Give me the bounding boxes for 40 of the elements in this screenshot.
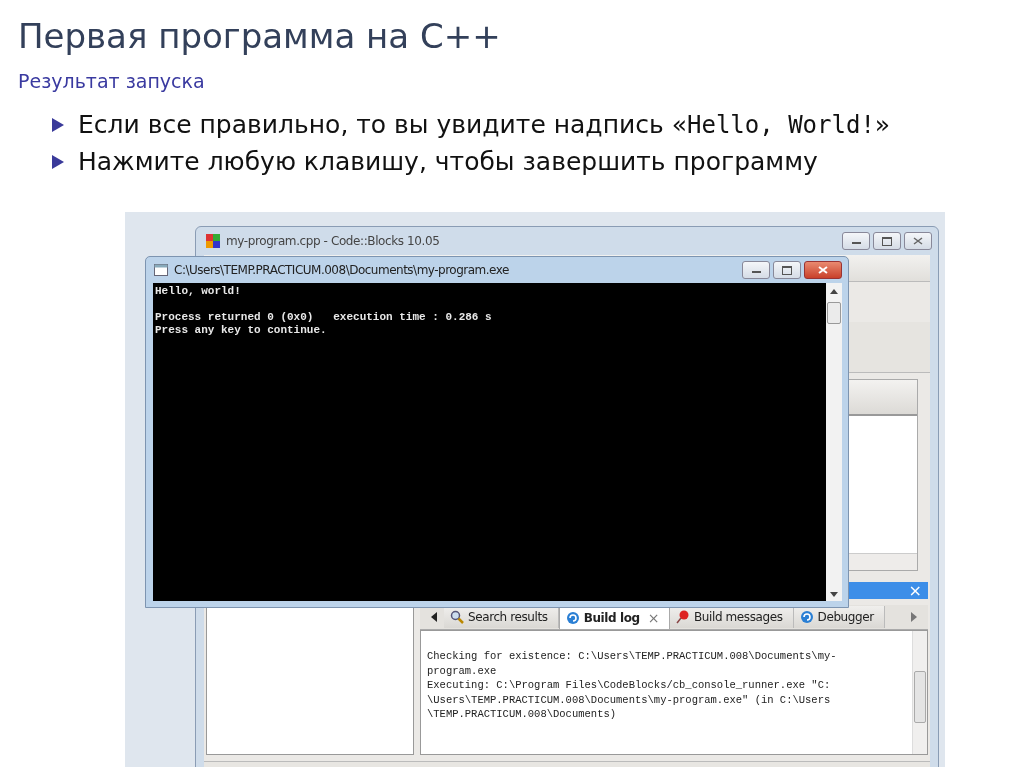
slide-title: Первая программа на C++: [18, 16, 501, 56]
minimize-button[interactable]: [842, 232, 870, 250]
bullet-triangle-icon: [52, 154, 64, 169]
app-logo-icon: [206, 234, 220, 248]
maximize-button[interactable]: [773, 261, 801, 279]
close-icon: [818, 266, 828, 274]
swirl-icon: [565, 610, 580, 625]
window-title: C:\Users\TEMP.PRACTICUM.008\Documents\my-program.exe: [174, 263, 509, 277]
scroll-thumb[interactable]: [827, 302, 841, 324]
window-title: my-program.cpp - Code::Blocks 10.05: [226, 234, 440, 248]
tab[interactable]: Build messages: [670, 606, 794, 628]
minimize-button[interactable]: [742, 261, 770, 279]
console-output: Hello, world! Process returned 0 (0x0) execution time : 0.286 s Press any key to continue.: [153, 283, 826, 601]
log-line: Executing: C:\Program Files\CodeBlocks/cb_console_runner.exe "C:: [427, 678, 832, 693]
scroll-up-icon[interactable]: [830, 289, 838, 294]
log-line: Checking for existence: C:\Users\TEMP.PRACTICUM.008\Documents\my-: [427, 649, 838, 664]
bullet-text: Нажмите любую клавишу, чтобы завершить программу: [78, 147, 818, 176]
log-line: \Users\TEMP.PRACTICUM.008\Documents\my-program.exe" (in C:\Users: [427, 692, 832, 707]
tab-close-button[interactable]: ×: [647, 609, 660, 626]
tab[interactable]: Search results: [444, 606, 559, 628]
scrollbar[interactable]: [912, 631, 927, 754]
log-line: \TEMP.PRACTICUM.008\Documents): [427, 707, 618, 722]
slide-subtitle: Результат запуска: [18, 70, 205, 92]
scrollbar[interactable]: [826, 283, 842, 601]
log-line: program.exe: [427, 663, 498, 678]
scroll-right-icon[interactable]: [910, 612, 918, 622]
scroll-left-icon[interactable]: [430, 612, 438, 622]
swirl-icon: [799, 610, 814, 624]
scroll-down-icon[interactable]: [830, 592, 838, 597]
tab[interactable]: Debugger: [793, 606, 885, 628]
pin-icon: [676, 610, 691, 624]
close-icon: [913, 237, 923, 245]
magnifier-icon: [450, 610, 464, 624]
scrollbar[interactable]: [847, 553, 917, 570]
close-button[interactable]: [804, 261, 842, 279]
bullet-triangle-icon: [52, 117, 64, 132]
console-icon: [154, 264, 168, 276]
maximize-button[interactable]: [873, 232, 901, 250]
bullet-text: Если все правильно, то вы увидите надпись «Hello, World!»: [78, 110, 891, 139]
close-button[interactable]: [904, 232, 932, 250]
